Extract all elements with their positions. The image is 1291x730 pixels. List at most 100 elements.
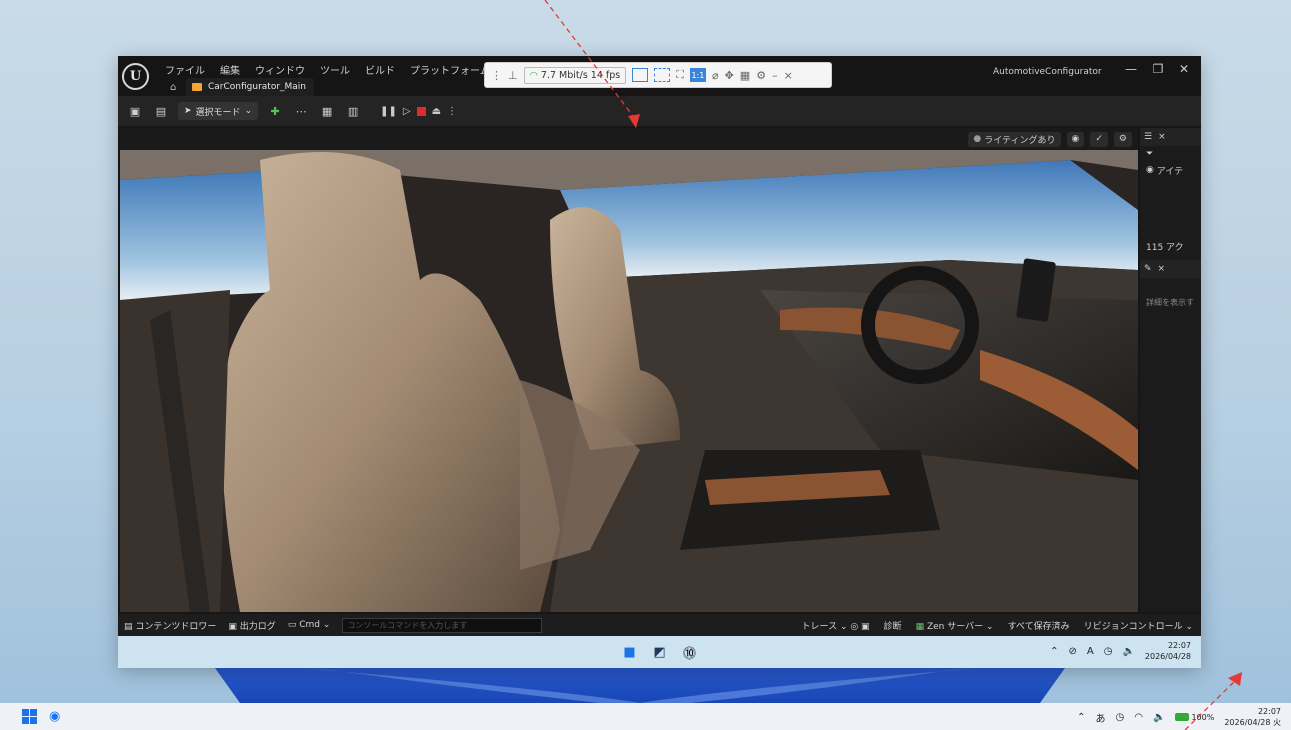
minimize-button[interactable]: — (1121, 62, 1141, 76)
remote-clock[interactable]: 22:07 2026/04/28 (1145, 640, 1191, 662)
mode-label: 選択モード (195, 107, 241, 118)
show-flags-button[interactable]: ◉ (1066, 131, 1085, 147)
unreal-editor-window: U ファイル 編集 ウィンドウ ツール ビルド プラットフォーム 選択 ⌂ Ca… (118, 56, 1201, 668)
menu-window[interactable]: ウィンドウ (255, 62, 305, 77)
step-icon[interactable]: ▷ (403, 106, 411, 117)
restore-button[interactable]: ❐ (1148, 62, 1168, 76)
play-controls: ❚❚ ▷ ⏏ ⋮ (380, 106, 457, 117)
trace-button[interactable]: トレース ⌄ ◎ ▣ (802, 619, 870, 632)
project-tab[interactable]: CarConfigurator_Main (186, 78, 315, 96)
clock[interactable]: 22:07 2026/04/28 火 (1224, 706, 1281, 728)
chevron-up-icon[interactable]: ⌃ (1077, 712, 1085, 723)
content-drawer-label: コンテンツドロワー (135, 621, 217, 632)
console-input[interactable]: コンソールコマンドを入力します (342, 617, 543, 633)
zen-server-label: Zen サーバー (926, 621, 984, 632)
level-viewport[interactable]: ● ライティングあり ◉ ✓ ⚙ (120, 128, 1138, 612)
settings-button[interactable]: ⚙ (1113, 131, 1132, 147)
revision-control-label: リビジョンコントロール (1083, 621, 1183, 632)
add-actor-icon[interactable]: ✚ (266, 102, 284, 120)
menu-edit[interactable]: 編集 (220, 62, 240, 77)
viewport-toolbar: ● ライティングあり ◉ ✓ ⚙ (120, 128, 1138, 150)
unreal-logo-icon[interactable]: U (122, 63, 149, 90)
cmd-button[interactable]: ▭ Cmd ⌄ (288, 620, 331, 630)
battery-indicator[interactable]: 100% (1175, 713, 1214, 722)
volume-icon[interactable]: 🔈 (1122, 646, 1134, 657)
eject-icon[interactable]: ⏏ (432, 106, 441, 117)
zoom-button[interactable]: 1:1 (689, 68, 706, 82)
unreal-taskbar-icon[interactable]: ⓾ (681, 643, 699, 662)
more-icon[interactable]: ⋮ (447, 106, 457, 117)
system-tray: ⌃ あ ◷ ◠ 🔈 100% 22:07 2026/04/28 火 (1077, 706, 1281, 728)
actor-count: 115 アク (1146, 242, 1184, 253)
ime-indicator[interactable]: あ (1096, 710, 1106, 725)
zen-icon: ▦ (915, 621, 925, 632)
network-icon[interactable]: ⊘ (1068, 646, 1076, 657)
details-header[interactable]: ✎ × (1140, 260, 1201, 278)
cmd-label: Cmd (299, 620, 320, 630)
volume-icon[interactable]: 🔈 (1153, 712, 1165, 723)
outliner-filter-row[interactable]: ⏷ (1140, 146, 1201, 162)
output-log-button[interactable]: ▣ 出力ログ (228, 619, 275, 632)
zen-server-button[interactable]: ▦ Zen サーバー ⌄ (916, 619, 994, 632)
eye-icon: ◉ (1146, 165, 1154, 175)
chevron-up-icon[interactable]: ⌃ (1050, 646, 1058, 657)
start-icon[interactable] (22, 709, 37, 724)
focus-icon[interactable]: ◷ (1104, 646, 1113, 657)
wifi-icon[interactable]: ◠ (1134, 712, 1143, 723)
blueprint-icon[interactable]: ⋯ (292, 102, 310, 120)
remote-app-icon[interactable]: ◉ (49, 709, 60, 724)
settings-icon[interactable]: ⚙ (756, 69, 766, 82)
battery-level: 100% (1191, 712, 1215, 722)
drag-handle-icon[interactable]: ⋮ (491, 69, 502, 82)
close-overlay-button[interactable]: × (784, 69, 793, 82)
menu-platforms[interactable]: プラットフォーム (410, 62, 490, 77)
stream-overlay-bar: ⋮ ⊥ ◠ 7.7 Mbit/s 14 fps ⛶ 1:1 ⌀ ✥ ▦ ⚙ – … (484, 62, 832, 88)
window-mode-icon[interactable] (632, 68, 649, 82)
pin-icon[interactable]: ⊥ (508, 69, 518, 82)
focus-icon[interactable]: ◷ (1116, 712, 1125, 723)
save-all-button[interactable]: すべて保存済み (1008, 619, 1070, 632)
cinematics-icon[interactable]: ▦ (318, 102, 336, 120)
save-all-label: すべて保存済み (1007, 621, 1070, 632)
realtime-button[interactable]: ✓ (1090, 131, 1108, 147)
mode-selector-button[interactable]: ➤ 選択モード ⌄ (178, 102, 259, 120)
close-icon[interactable]: × (1158, 264, 1166, 274)
trace-label: トレース (801, 621, 838, 632)
diagnostics-button[interactable]: 診断 (884, 619, 902, 632)
save-icon[interactable]: ▣ (126, 102, 144, 120)
content-browser-icon[interactable]: ▤ (152, 102, 170, 120)
close-icon[interactable]: × (1158, 132, 1166, 142)
menu-bar: ファイル 編集 ウィンドウ ツール ビルド プラットフォーム 選択 (165, 62, 525, 77)
windows-start-icon[interactable]: ■ (621, 643, 639, 661)
terminal-icon: ▭ (287, 620, 297, 630)
lighting-mode-button[interactable]: ● ライティングあり (968, 131, 1061, 147)
log-icon: ▣ (228, 621, 237, 632)
menu-build[interactable]: ビルド (365, 62, 395, 77)
revision-control-button[interactable]: リビジョンコントロール ⌄ (1084, 619, 1193, 632)
ime-indicator[interactable]: A (1087, 646, 1094, 657)
minimize-overlay-button[interactable]: – (772, 69, 778, 82)
outliner-item-label: アイテ (1156, 166, 1184, 177)
remote-time: 22:07 (1167, 641, 1191, 650)
outliner-header[interactable]: ☰ × (1140, 128, 1201, 146)
fullscreen-icon[interactable]: ⛶ (676, 68, 684, 82)
menu-file[interactable]: ファイル (165, 62, 205, 77)
signal-icon: ◠ (529, 69, 538, 81)
menu-tools[interactable]: ツール (320, 62, 350, 77)
remote-taskbar: ■ ◩ ⓾ ⌃ ⊘ A ◷ 🔈 22:07 2026/04/28 (118, 636, 1201, 668)
close-button[interactable]: ✕ (1174, 62, 1194, 76)
home-icon[interactable]: ⌂ (170, 82, 176, 93)
outliner-item[interactable]: ◉ アイテ (1140, 162, 1201, 178)
pause-icon[interactable]: ❚❚ (380, 106, 397, 117)
app-icon[interactable]: ◩ (651, 643, 669, 661)
pen-icon[interactable]: ⌀ (712, 69, 719, 82)
content-drawer-button[interactable]: ▤ コンテンツドロワー (124, 619, 216, 632)
fit-icon[interactable] (654, 68, 671, 82)
grid-icon[interactable]: ▦ (740, 69, 750, 82)
drawer-icon: ▤ (124, 621, 133, 632)
move-icon[interactable]: ✥ (725, 69, 734, 82)
stop-icon[interactable] (416, 106, 426, 116)
build-icon[interactable]: ▥ (344, 102, 362, 120)
right-side-panels: ☰ × ⏷ ◉ アイテ 115 アク ✎ × 詳細を表示す (1140, 128, 1201, 612)
lighting-icon: ● (973, 134, 982, 144)
